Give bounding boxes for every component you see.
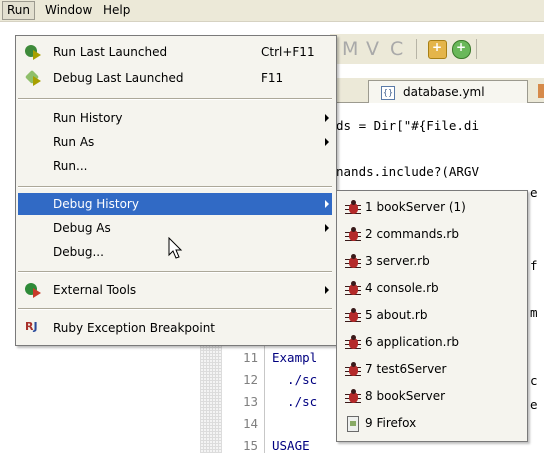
menu-item-run-as[interactable]: Run As [18, 131, 332, 153]
debug-history-item[interactable]: 8 bookServer [339, 383, 525, 410]
menu-item-label: Debug As [53, 221, 111, 235]
menu-separator [18, 271, 332, 273]
code-line: ds = Dir["#{File.di [336, 118, 479, 133]
debug-history-label: 2 commands.rb [365, 227, 459, 241]
toolbar-c-glyph[interactable]: C [390, 38, 403, 60]
menu-window[interactable]: Window [41, 2, 96, 19]
mouse-cursor-icon [168, 237, 183, 259]
code-line: Exampl [272, 350, 318, 365]
menu-bar: Run Window Help [0, 0, 544, 22]
submenu-arrow-icon [325, 286, 329, 294]
external-tools-icon [25, 282, 42, 298]
next-tab-icon[interactable] [538, 84, 544, 98]
menu-item-shortcut: Ctrl+F11 [261, 45, 315, 59]
debug-history-item[interactable]: 6 application.rb [339, 329, 525, 356]
bug-icon [345, 281, 361, 297]
menu-item-label: Ruby Exception Breakpoint [53, 321, 215, 335]
debug-history-item[interactable]: 4 console.rb [339, 275, 525, 302]
menu-item-label: Debug History [53, 197, 139, 211]
menu-item-run-dialog[interactable]: Run... [18, 155, 332, 177]
new-module-icon[interactable]: + [452, 40, 471, 59]
toolbar-v-glyph[interactable]: V [366, 38, 379, 60]
line-number: 11 [243, 350, 259, 365]
debug-history-item[interactable]: 7 test6Server [339, 356, 525, 383]
toolbar-separator [416, 39, 417, 59]
debug-history-label: 9 Firefox [365, 416, 417, 430]
yaml-file-icon: {} [381, 86, 395, 100]
run-icon [25, 44, 42, 60]
menu-item-debug-as[interactable]: Debug As [18, 217, 332, 239]
debug-history-item[interactable]: 1 bookServer (1) [339, 194, 525, 221]
debug-history-item[interactable]: 5 about.rb [339, 302, 525, 329]
debug-history-submenu: 1 bookServer (1) 2 commands.rb 3 server.… [336, 190, 528, 442]
line-number: 14 [243, 416, 259, 431]
toolbar-m-glyph[interactable]: M [342, 38, 358, 60]
menu-item-debug-history[interactable]: Debug History [18, 193, 332, 215]
debug-history-label: 8 bookServer [365, 389, 446, 403]
bug-icon [345, 200, 361, 216]
line-number: 13 [243, 394, 259, 409]
menu-item-run-last-launched[interactable]: Run Last Launched Ctrl+F11 [18, 41, 332, 63]
debug-history-label: 4 console.rb [365, 281, 439, 295]
menu-item-debug-last-launched[interactable]: Debug Last Launched F11 [18, 67, 332, 89]
ruby-breakpoint-icon: RJ [25, 320, 38, 333]
submenu-arrow-icon [325, 114, 329, 122]
menu-item-label: Run Last Launched [53, 45, 168, 59]
debug-history-item[interactable]: 9 Firefox [339, 410, 525, 437]
menu-separator [18, 308, 332, 310]
menu-item-label: External Tools [53, 283, 137, 297]
menu-item-label: Debug... [53, 245, 104, 259]
menu-item-label: Run As [53, 135, 95, 149]
editor-tab-strip: {} database.yml [330, 78, 544, 103]
code-line: nands.include?(ARGV [336, 164, 479, 179]
menu-item-label: Run... [53, 159, 88, 173]
code-line: USAGE [272, 438, 310, 453]
code-line: ./sc [272, 372, 318, 387]
submenu-arrow-icon [325, 224, 329, 232]
submenu-arrow-icon [325, 138, 329, 146]
debug-history-label: 5 about.rb [365, 308, 428, 322]
code-line: ./sc [272, 394, 318, 409]
menu-run[interactable]: Run [2, 1, 36, 20]
line-number: 15 [243, 438, 259, 453]
bug-icon [345, 362, 361, 378]
code-line: e [530, 185, 538, 200]
debug-icon [24, 69, 42, 86]
tab-label: database.yml [403, 85, 485, 99]
bug-icon [345, 335, 361, 351]
menu-help[interactable]: Help [99, 2, 134, 19]
menu-item-label: Run History [53, 111, 123, 125]
debug-history-label: 7 test6Server [365, 362, 447, 376]
tab-database-yml[interactable]: {} database.yml [368, 80, 528, 103]
code-line: f [530, 258, 538, 273]
menu-item-ruby-exception-breakpoint[interactable]: RJ Ruby Exception Breakpoint [18, 317, 332, 339]
run-menu: Run Last Launched Ctrl+F11 Debug Last La… [15, 35, 337, 346]
menu-item-external-tools[interactable]: External Tools [18, 279, 332, 301]
bug-icon [345, 227, 361, 243]
menu-separator [18, 186, 332, 188]
debug-history-label: 6 application.rb [365, 335, 460, 349]
menu-item-label: Debug Last Launched [53, 71, 184, 85]
code-line: e [530, 397, 538, 412]
bug-icon [345, 308, 361, 324]
line-number: 12 [243, 372, 259, 387]
menu-item-run-history[interactable]: Run History [18, 107, 332, 129]
document-icon [347, 416, 359, 432]
submenu-arrow-icon [325, 200, 329, 208]
debug-history-label: 3 server.rb [365, 254, 430, 268]
bug-icon [345, 254, 361, 270]
toolbar-separator [476, 39, 477, 59]
new-class-icon[interactable]: + [428, 40, 447, 59]
editor-toolbar: M V C + + [330, 34, 544, 64]
code-line: c [530, 373, 538, 388]
debug-history-label: 1 bookServer (1) [365, 200, 466, 214]
code-line: m [530, 305, 538, 320]
bug-icon [345, 389, 361, 405]
debug-history-item[interactable]: 3 server.rb [339, 248, 525, 275]
menu-separator [18, 98, 332, 100]
debug-history-item[interactable]: 2 commands.rb [339, 221, 525, 248]
menu-item-shortcut: F11 [261, 71, 284, 85]
